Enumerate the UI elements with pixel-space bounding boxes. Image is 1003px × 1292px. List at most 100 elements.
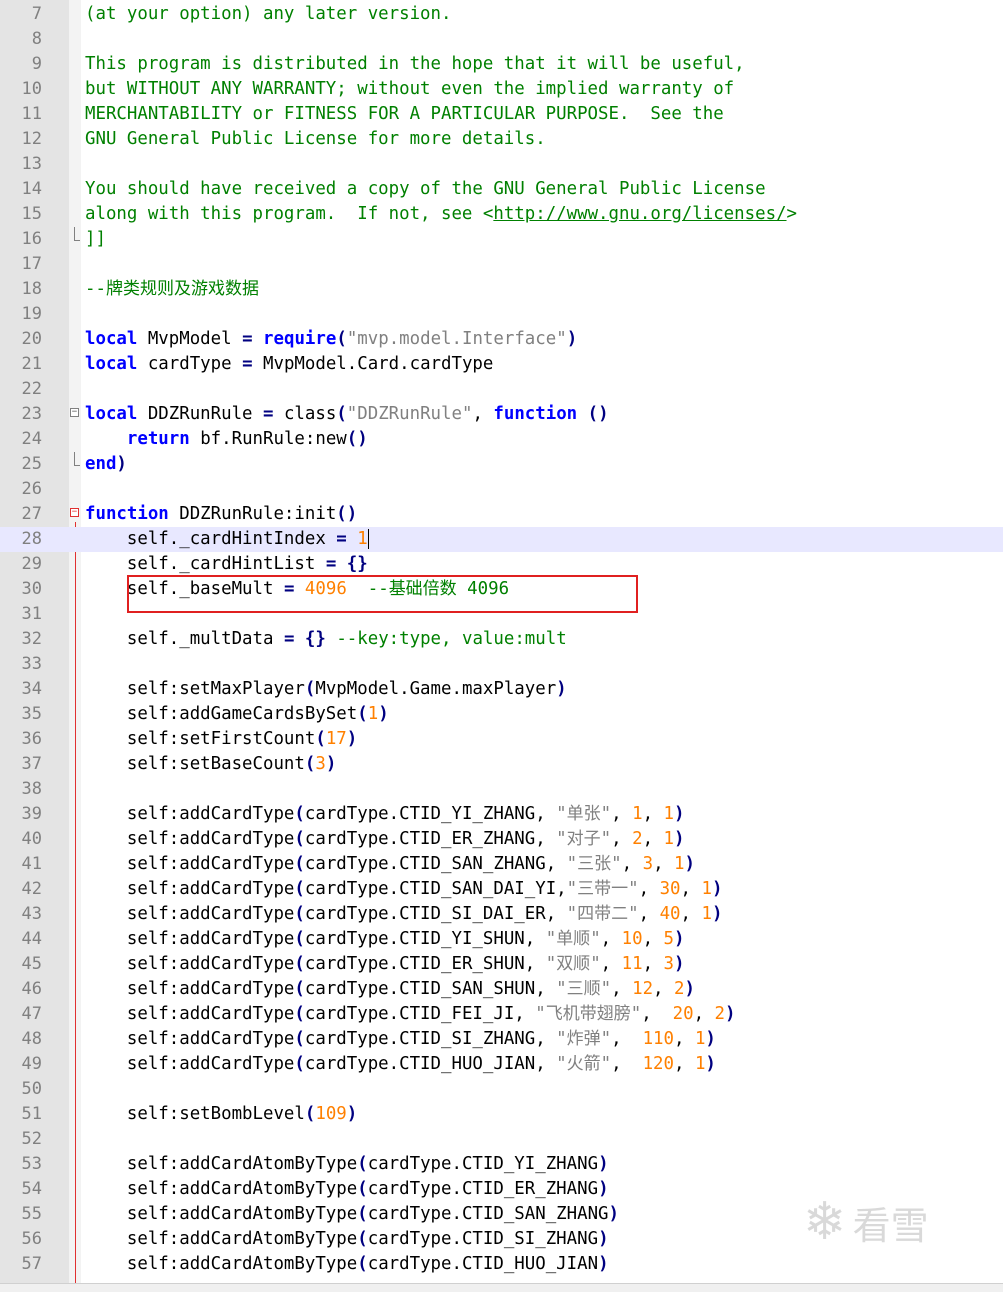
code-line-48[interactable]: 48 self:addCardType(cardType.CTID_SI_ZHA…	[0, 1027, 1003, 1052]
code-text[interactable]: This program is distributed in the hope …	[85, 52, 745, 77]
code-line-8[interactable]: 8	[0, 27, 1003, 52]
code-text[interactable]: self:addCardType(cardType.CTID_FEI_JI, "…	[85, 1002, 736, 1027]
line-number: 49	[21, 1054, 42, 1074]
code-token: This program is distributed in the hope …	[85, 54, 745, 74]
code-text[interactable]: self:addGameCardsBySet(1)	[85, 702, 389, 727]
code-line-11[interactable]: 11 MERCHANTABILITY or FITNESS FOR A PARTI…	[0, 102, 1003, 127]
code-text[interactable]: self:setMaxPlayer(MvpModel.Game.maxPlaye…	[85, 677, 567, 702]
code-line-47[interactable]: 47 self:addCardType(cardType.CTID_FEI_JI…	[0, 1002, 1003, 1027]
code-line-53[interactable]: 53 self:addCardAtomByType(cardType.CTID_…	[0, 1152, 1003, 1177]
code-text[interactable]: self:setBaseCount(3)	[85, 752, 336, 777]
code-line-19[interactable]: 19	[0, 302, 1003, 327]
code-text[interactable]: self._cardHintList = {}	[85, 552, 368, 577]
code-line-18[interactable]: 18 --牌类规则及游戏数据	[0, 277, 1003, 302]
code-text[interactable]: self:setBombLevel(109)	[85, 1102, 357, 1127]
code-text[interactable]: local DDZRunRule = class("DDZRunRule", f…	[85, 402, 609, 427]
code-line-29[interactable]: 29 self._cardHintList = {}	[0, 552, 1003, 577]
code-text[interactable]: self:addCardType(cardType.CTID_ER_ZHANG,…	[85, 827, 685, 852]
code-text[interactable]: local cardType = MvpModel.Card.cardType	[85, 352, 493, 377]
code-line-9[interactable]: 9 This program is distributed in the hope…	[0, 52, 1003, 77]
code-line-42[interactable]: 42 self:addCardType(cardType.CTID_SAN_DA…	[0, 877, 1003, 902]
code-line-40[interactable]: 40 self:addCardType(cardType.CTID_ER_ZHA…	[0, 827, 1003, 852]
code-line-13[interactable]: 13	[0, 152, 1003, 177]
code-text[interactable]: self:addCardAtomByType(cardType.CTID_SAN…	[85, 1202, 619, 1227]
code-line-38[interactable]: 38	[0, 777, 1003, 802]
code-text[interactable]: self:addCardAtomByType(cardType.CTID_ER_…	[85, 1177, 609, 1202]
code-text[interactable]: return bf.RunRule:new()	[85, 427, 368, 452]
code-text[interactable]: self:addCardType(cardType.CTID_YI_ZHANG,…	[85, 802, 685, 827]
code-text[interactable]: self._cardHintIndex = 1	[85, 527, 369, 552]
code-text[interactable]: self:addCardType(cardType.CTID_HUO_JIAN,…	[85, 1052, 716, 1077]
code-line-23[interactable]: 23 − local DDZRunRule = class("DDZRunRule"…	[0, 402, 1003, 427]
code-line-16[interactable]: 16]]	[0, 227, 1003, 252]
code-line-36[interactable]: 36 self:setFirstCount(17)	[0, 727, 1003, 752]
code-line-20[interactable]: 20 local MvpModel = require("mvp.model.In…	[0, 327, 1003, 352]
code-text[interactable]: but WITHOUT ANY WARRANTY; without even t…	[85, 77, 734, 102]
code-text[interactable]: along with this program. If not, see <ht…	[85, 202, 797, 227]
code-token: 对子	[566, 829, 601, 849]
code-text[interactable]: self:addCardAtomByType(cardType.CTID_YI_…	[85, 1152, 609, 1177]
code-text[interactable]: self:addCardType(cardType.CTID_SI_ZHANG,…	[85, 1027, 716, 1052]
code-token: )	[684, 854, 695, 874]
code-text[interactable]: self:addCardType(cardType.CTID_SI_DAI_ER…	[85, 902, 723, 927]
code-token: >	[786, 204, 797, 224]
code-line-57[interactable]: 57 self:addCardAtomByType(cardType.CTID_…	[0, 1252, 1003, 1277]
code-line-50[interactable]: 50	[0, 1077, 1003, 1102]
code-text[interactable]: MERCHANTABILITY or FITNESS FOR A PARTICU…	[85, 102, 724, 127]
code-text[interactable]: self:addCardType(cardType.CTID_SAN_ZHANG…	[85, 852, 695, 877]
code-text[interactable]: ]]	[85, 227, 106, 252]
code-editor[interactable]: 7 (at your option) any later version. 8 9 Th…	[0, 0, 1003, 1283]
code-line-41[interactable]: 41 self:addCardType(cardType.CTID_SAN_ZH…	[0, 852, 1003, 877]
code-text[interactable]: self:addCardAtomByType(cardType.CTID_HUO…	[85, 1252, 609, 1277]
code-text[interactable]: self._multData = {} --key:type, value:mu…	[85, 627, 567, 652]
code-line-39[interactable]: 39 self:addCardType(cardType.CTID_YI_ZHA…	[0, 802, 1003, 827]
code-line-17[interactable]: 17	[0, 252, 1003, 277]
code-line-49[interactable]: 49 self:addCardType(cardType.CTID_HUO_JI…	[0, 1052, 1003, 1077]
code-line-27[interactable]: 27 − function DDZRunRule:init()	[0, 502, 1003, 527]
code-token: cardType.CTID_YI_SHUN,	[304, 929, 546, 949]
code-line-24[interactable]: 24 return bf.RunRule:new()	[0, 427, 1003, 452]
code-line-37[interactable]: 37 self:setBaseCount(3)	[0, 752, 1003, 777]
code-line-46[interactable]: 46 self:addCardType(cardType.CTID_SAN_SH…	[0, 977, 1003, 1002]
fold-toggle-icon[interactable]: −	[70, 508, 79, 517]
fold-toggle-icon[interactable]: −	[70, 408, 79, 417]
code-text[interactable]: function DDZRunRule:init()	[85, 502, 357, 527]
code-line-32[interactable]: 32 self._multData = {} --key:type, value…	[0, 627, 1003, 652]
code-line-10[interactable]: 10 but WITHOUT ANY WARRANTY; without even…	[0, 77, 1003, 102]
code-line-21[interactable]: 21 local cardType = MvpModel.Card.cardTyp…	[0, 352, 1003, 377]
code-line-52[interactable]: 52	[0, 1127, 1003, 1152]
code-line-44[interactable]: 44 self:addCardType(cardType.CTID_YI_SHU…	[0, 927, 1003, 952]
code-token: self._cardHintIndex	[85, 529, 337, 549]
code-text[interactable]: --牌类规则及游戏数据	[85, 277, 259, 302]
code-line-45[interactable]: 45 self:addCardType(cardType.CTID_ER_SHU…	[0, 952, 1003, 977]
code-token: ,	[611, 979, 633, 999]
code-line-26[interactable]: 26	[0, 477, 1003, 502]
code-line-33[interactable]: 33	[0, 652, 1003, 677]
code-line-12[interactable]: 12 GNU General Public License for more de…	[0, 127, 1003, 152]
code-text[interactable]: self:addCardType(cardType.CTID_SAN_SHUN,…	[85, 977, 695, 1002]
code-line-15[interactable]: 15 along with this program. If not, see <…	[0, 202, 1003, 227]
code-line-7[interactable]: 7 (at your option) any later version.	[0, 2, 1003, 27]
code-text[interactable]: self:addCardType(cardType.CTID_SAN_DAI_Y…	[85, 877, 723, 902]
code-text[interactable]: You should have received a copy of the G…	[85, 177, 766, 202]
code-text[interactable]: self:addCardType(cardType.CTID_YI_SHUN, …	[85, 927, 685, 952]
code-line-22[interactable]: 22	[0, 377, 1003, 402]
code-text[interactable]: self:setFirstCount(17)	[85, 727, 357, 752]
line-number: 24	[21, 429, 42, 449]
code-token: (	[294, 954, 305, 974]
code-text[interactable]: end)	[85, 452, 127, 477]
code-line-35[interactable]: 35 self:addGameCardsBySet(1)	[0, 702, 1003, 727]
code-line-34[interactable]: 34 self:setMaxPlayer(MvpModel.Game.maxPl…	[0, 677, 1003, 702]
code-text[interactable]: GNU General Public License for more deta…	[85, 127, 546, 152]
code-line-28[interactable]: 28 self._cardHintIndex = 1	[0, 527, 1003, 552]
code-line-25[interactable]: 25 end)	[0, 452, 1003, 477]
code-text[interactable]: self:addCardAtomByType(cardType.CTID_SI_…	[85, 1227, 609, 1252]
code-text[interactable]: self:addCardType(cardType.CTID_ER_SHUN, …	[85, 952, 685, 977]
code-token: function	[85, 504, 169, 524]
code-token: )	[325, 754, 337, 774]
code-line-51[interactable]: 51 self:setBombLevel(109)	[0, 1102, 1003, 1127]
code-line-14[interactable]: 14 You should have received a copy of the…	[0, 177, 1003, 202]
code-text[interactable]: local MvpModel = require("mvp.model.Inte…	[85, 327, 577, 352]
code-line-43[interactable]: 43 self:addCardType(cardType.CTID_SI_DAI…	[0, 902, 1003, 927]
code-text[interactable]: (at your option) any later version.	[85, 2, 451, 27]
